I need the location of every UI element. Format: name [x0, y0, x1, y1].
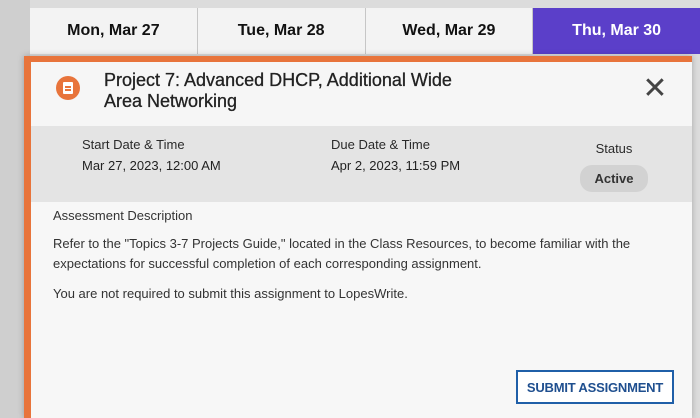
description-paragraph: You are not required to submit this assi…: [53, 286, 408, 301]
status-badge: Active: [580, 165, 648, 192]
description-heading: Assessment Description: [53, 208, 193, 223]
assessment-description: Assessment Description Refer to the "Top…: [53, 206, 663, 314]
calendar-day-wed[interactable]: Wed, Mar 29: [366, 8, 534, 54]
document-icon: [56, 76, 80, 100]
calendar-day-header: Mon, Mar 27 Tue, Mar 28 Wed, Mar 29 Thu,…: [30, 8, 700, 54]
start-date-label: Start Date & Time: [82, 137, 185, 152]
assignment-modal: Project 7: Advanced DHCP, Additional Wid…: [24, 56, 692, 418]
close-icon[interactable]: ✕: [640, 74, 670, 104]
status-block: Status Active: [579, 138, 649, 192]
submit-assignment-button[interactable]: SUBMIT ASSIGNMENT: [516, 370, 674, 404]
calendar-day-tue[interactable]: Tue, Mar 28: [198, 8, 366, 54]
start-date-block: Start Date & Time Mar 27, 2023, 12:00 AM: [82, 134, 221, 176]
start-date-value: Mar 27, 2023, 12:00 AM: [82, 158, 221, 173]
due-date-value: Apr 2, 2023, 11:59 PM: [331, 158, 461, 173]
modal-header: Project 7: Advanced DHCP, Additional Wid…: [31, 62, 692, 126]
description-paragraph: Refer to the "Topics 3-7 Projects Guide,…: [53, 236, 631, 271]
status-label: Status: [595, 141, 633, 156]
assignment-details: Start Date & Time Mar 27, 2023, 12:00 AM…: [31, 126, 692, 202]
assignment-title: Project 7: Advanced DHCP, Additional Wid…: [104, 70, 452, 111]
calendar-day-mon[interactable]: Mon, Mar 27: [30, 8, 198, 54]
calendar-day-thu[interactable]: Thu, Mar 30: [533, 8, 700, 54]
due-date-block: Due Date & Time Apr 2, 2023, 11:59 PM: [331, 134, 460, 176]
due-date-label: Due Date & Time: [331, 137, 430, 152]
